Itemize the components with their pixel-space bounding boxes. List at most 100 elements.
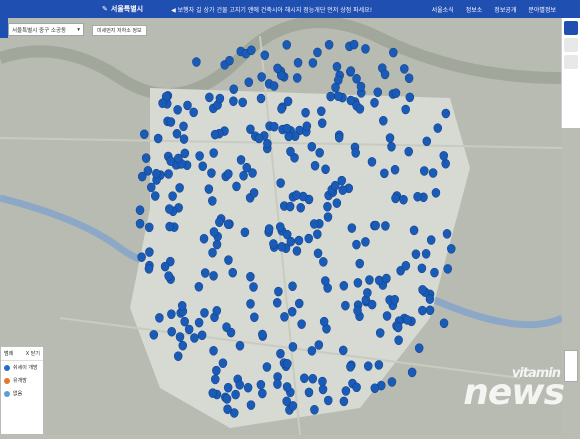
toilet-marker-icon[interactable] — [231, 389, 240, 400]
toilet-marker-icon[interactable] — [373, 87, 383, 98]
toilet-marker-icon[interactable] — [262, 362, 272, 372]
toilet-marker-icon[interactable] — [421, 249, 431, 259]
toilet-marker-icon[interactable] — [332, 62, 342, 72]
toilet-marker-icon[interactable] — [144, 264, 154, 274]
toilet-marker-icon[interactable] — [292, 73, 302, 83]
toilet-marker-icon[interactable] — [195, 151, 204, 161]
toilet-marker-icon[interactable] — [180, 316, 189, 327]
toilet-marker-icon[interactable] — [338, 185, 348, 195]
toilet-marker-icon[interactable] — [292, 190, 301, 200]
toilet-marker-icon[interactable] — [246, 400, 256, 410]
toilet-marker-icon[interactable] — [294, 235, 304, 246]
toilet-marker-icon[interactable] — [382, 273, 391, 284]
toilet-marker-icon[interactable] — [198, 161, 207, 171]
toilet-marker-icon[interactable] — [141, 153, 151, 163]
toilet-marker-icon[interactable] — [168, 191, 177, 201]
toilet-marker-icon[interactable] — [341, 386, 351, 396]
toilet-marker-icon[interactable] — [273, 379, 282, 389]
toilet-marker-icon[interactable] — [166, 117, 176, 127]
toilet-marker-icon[interactable] — [363, 288, 372, 298]
toilet-marker-icon[interactable] — [258, 329, 267, 340]
toilet-marker-icon[interactable] — [347, 223, 357, 233]
panel-toggle[interactable] — [0, 18, 8, 38]
toilet-marker-icon[interactable] — [393, 322, 403, 333]
toilet-marker-icon[interactable] — [276, 348, 285, 359]
toilet-marker-icon[interactable] — [318, 376, 327, 387]
toilet-marker-icon[interactable] — [374, 360, 384, 370]
toilet-marker-icon[interactable] — [315, 148, 324, 158]
toilet-marker-icon[interactable] — [405, 92, 415, 103]
toilet-marker-icon[interactable] — [379, 116, 388, 126]
toilet-marker-icon[interactable] — [189, 107, 198, 118]
toilet-marker-icon[interactable] — [313, 47, 322, 58]
toilet-marker-icon[interactable] — [319, 316, 329, 327]
toilet-marker-icon[interactable] — [209, 346, 218, 356]
toilet-marker-icon[interactable] — [321, 164, 330, 175]
toilet-marker-icon[interactable] — [200, 308, 209, 318]
toilet-marker-icon[interactable] — [418, 285, 427, 295]
toilet-marker-icon[interactable] — [145, 247, 154, 257]
toilet-marker-icon[interactable] — [352, 382, 361, 393]
toilet-marker-icon[interactable] — [367, 157, 377, 167]
toilet-marker-icon[interactable] — [258, 388, 267, 399]
toilet-marker-icon[interactable] — [158, 98, 167, 108]
toilet-marker-icon[interactable] — [341, 300, 350, 311]
toilet-marker-icon[interactable] — [135, 219, 145, 229]
district-select[interactable]: 서울특별시 중구 소공동 ▾ — [8, 23, 84, 36]
toilet-marker-icon[interactable] — [367, 299, 377, 310]
toilet-marker-icon[interactable] — [389, 47, 398, 58]
toilet-marker-icon[interactable] — [175, 332, 185, 342]
toilet-marker-icon[interactable] — [326, 91, 335, 102]
toilet-marker-icon[interactable] — [381, 221, 390, 231]
print-tool-button[interactable] — [564, 55, 578, 69]
legend-close-button[interactable]: X 닫기 — [26, 350, 40, 357]
layer-tool-button[interactable] — [564, 21, 578, 35]
toilet-marker-icon[interactable] — [304, 233, 313, 244]
toilet-marker-icon[interactable] — [313, 229, 322, 239]
toilet-marker-icon[interactable] — [164, 169, 173, 179]
toilet-marker-icon[interactable] — [166, 156, 175, 166]
toilet-marker-icon[interactable] — [207, 168, 216, 178]
toilet-marker-icon[interactable] — [323, 212, 333, 222]
toilet-marker-icon[interactable] — [229, 84, 239, 94]
toilet-marker-icon[interactable] — [361, 44, 370, 54]
toilet-marker-icon[interactable] — [426, 235, 436, 245]
toilet-marker-icon[interactable] — [349, 39, 359, 50]
toilet-marker-icon[interactable] — [352, 239, 361, 250]
menu-item-category[interactable]: 분야별정보 — [528, 5, 556, 14]
toilet-marker-icon[interactable] — [224, 255, 233, 265]
toilet-marker-icon[interactable] — [286, 236, 296, 247]
toilet-marker-icon[interactable] — [288, 342, 298, 352]
toilet-marker-icon[interactable] — [256, 380, 266, 390]
toilet-marker-icon[interactable] — [387, 377, 397, 387]
toilet-marker-icon[interactable] — [391, 193, 400, 204]
menu-item-disclosure[interactable]: 정보공개 — [494, 5, 516, 14]
toilet-marker-icon[interactable] — [417, 263, 427, 274]
toilet-marker-icon[interactable] — [285, 201, 295, 212]
toilet-marker-icon[interactable] — [236, 155, 246, 165]
toilet-marker-icon[interactable] — [443, 264, 452, 274]
toilet-marker-icon[interactable] — [353, 278, 363, 288]
toilet-marker-icon[interactable] — [382, 311, 392, 321]
toilet-marker-icon[interactable] — [334, 132, 344, 143]
toilet-marker-icon[interactable] — [390, 294, 399, 305]
toilet-marker-icon[interactable] — [380, 168, 389, 179]
toilet-marker-icon[interactable] — [242, 162, 252, 173]
toilet-marker-icon[interactable] — [215, 217, 224, 227]
toilet-marker-icon[interactable] — [269, 239, 278, 249]
toilet-marker-icon[interactable] — [249, 282, 258, 292]
toilet-marker-icon[interactable] — [205, 92, 214, 103]
toilet-marker-icon[interactable] — [439, 151, 449, 161]
toilet-marker-icon[interactable] — [209, 271, 218, 281]
toilet-marker-icon[interactable] — [152, 168, 161, 179]
toilet-marker-icon[interactable] — [346, 66, 356, 76]
toilet-marker-icon[interactable] — [192, 57, 201, 67]
toilet-marker-icon[interactable] — [339, 396, 349, 407]
toilet-marker-icon[interactable] — [308, 373, 318, 384]
toilet-marker-icon[interactable] — [331, 82, 340, 93]
toilet-marker-icon[interactable] — [352, 74, 361, 84]
toilet-marker-icon[interactable] — [212, 239, 222, 250]
toilet-marker-icon[interactable] — [425, 305, 435, 316]
toilet-marker-icon[interactable] — [150, 191, 160, 201]
toilet-marker-icon[interactable] — [304, 387, 314, 398]
